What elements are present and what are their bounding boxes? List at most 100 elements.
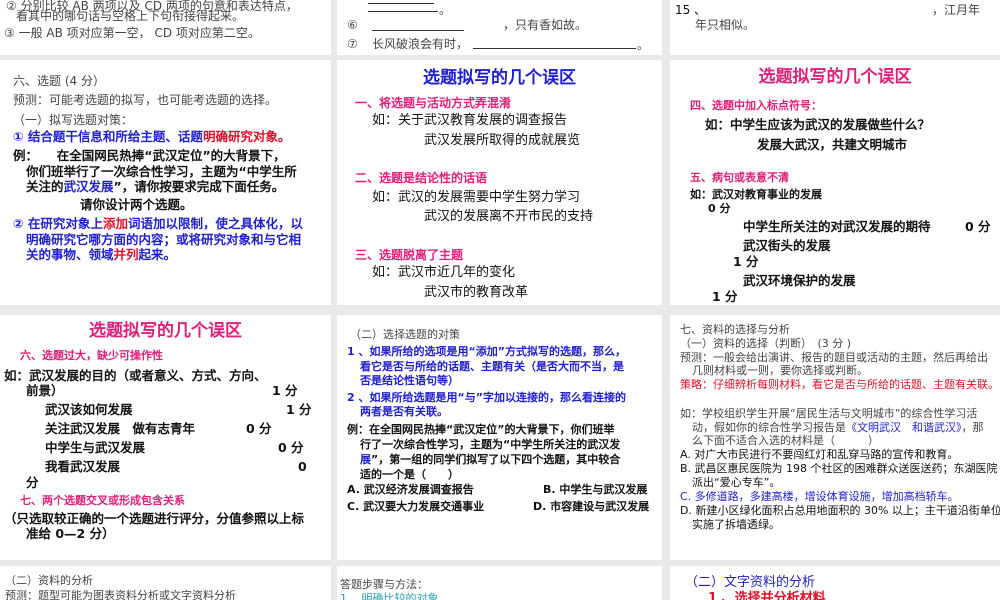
text-line: 明确研究它哪方面的内容；或将研究对象和与它相: [26, 232, 302, 247]
highlight-text: 武汉发展: [63, 179, 114, 194]
section-heading: 四、选题中加入标点符号：: [690, 99, 822, 112]
text-line: 武汉发展所取得的成就展览: [424, 133, 581, 148]
text-line: 2 、如果所给选题是用“与”字加以连接的，那么看连接的: [347, 391, 626, 404]
text-line: ③ 一般 AB 项对应第一空， CD 项对应第二空。: [4, 26, 260, 40]
highlight-text: 展: [360, 453, 371, 466]
text-line: 看其中的哪句话与空格上下句衔接得起来。: [16, 9, 245, 23]
text-line: 发展大武汉，共建文明城市: [757, 137, 908, 152]
section-heading: 二、选题是结论性的话语: [355, 171, 488, 185]
text-span: 起来。: [138, 247, 177, 262]
text-line: 预测：题型可能为图表资料分析或文字资料分析: [5, 589, 236, 600]
section-heading: 答题步骤与方法：: [340, 578, 428, 591]
text-line: 你们班举行了一次综合性学习，主题为“中学生所: [26, 164, 297, 179]
score-label: 1 分: [733, 254, 759, 269]
slide-thumbnail-5[interactable]: 选题拟写的几个误区 一、将选题与活动方式弄混淆 如：关于武汉教育发展的调查报告 …: [337, 60, 662, 305]
option-b: B. 中学生与武汉发展: [543, 483, 648, 496]
option-c: C. 多修道路，多建高楼，增设体育设施，增加高档轿车。: [680, 490, 959, 503]
blank-line: [368, 3, 434, 4]
text-line: ，江月年: [932, 3, 981, 17]
highlight-text: 并列: [113, 247, 139, 262]
option-b: B. 武昌区惠民医院为 198 个社区的困难群众送医送药；东湖医院: [680, 462, 998, 475]
score-label: 1 分: [712, 289, 738, 304]
text-span: 词语加以限制，使之具体化，以: [127, 216, 303, 231]
option-d: D. 新建小区绿化面积占总用地面积的 30% 以上；主干道沿街单位: [680, 504, 1000, 517]
text-line: 关的事物、领域并列起来。: [26, 248, 176, 262]
slide-thumbnail-11[interactable]: 答题步骤与方法： 1 、明确比较的对象: [337, 566, 662, 600]
text-span: 关注的: [26, 179, 64, 194]
slide-thumbnail-2[interactable]: 。 ⑥ ，只有香如故。 ⑦ 长风破浪会有时， 。: [337, 0, 662, 55]
section-heading: （二）资料的分析: [5, 574, 93, 587]
text-line: 我看武汉发展: [45, 459, 121, 474]
text-line: 请你设计两个选题。: [80, 197, 193, 212]
section-heading: 六、选题 (4 分）: [13, 74, 105, 88]
section-heading: （二）文字资料的分析: [685, 575, 816, 590]
text-line: 如：中学生应该为武汉的发展做些什么？: [705, 117, 931, 132]
text-line: 中学生所关注的对武汉发展的期待: [743, 219, 931, 234]
text-line: 1 、如果所给的选项是用“添加”方式拟写的选题，那么，: [347, 345, 626, 358]
text-line: 前景）: [26, 383, 64, 398]
text-line: 适的一个是（ ）: [360, 468, 459, 481]
text-line: ，只有香如故。: [503, 18, 588, 32]
text-line: 如：武汉发展的目的（或者意义、方式、方向、: [4, 368, 267, 383]
slide-thumbnail-4[interactable]: 六、选题 (4 分） 预测：可能考选题的拟写，也可能考选题的选择。 （一）拟写选…: [0, 60, 331, 305]
text-line: 准给 0—2 分）: [26, 526, 115, 541]
highlight-text: 明确研究对象。: [202, 129, 291, 144]
blank-line: [368, 11, 438, 12]
text-line: 中学生与武汉发展: [45, 440, 146, 455]
score-label: 1 分: [286, 402, 312, 417]
text-line: 如：武汉的发展需要中学生努力学习: [372, 190, 581, 205]
text-line: 两者是否有关联。: [360, 405, 448, 418]
score-label: 0 分: [965, 219, 991, 234]
section-heading: （二）选择选题的对策: [350, 328, 460, 341]
score-label: 0 分: [246, 421, 272, 436]
option-a: A. 对广大市民进行不要闯红灯和乱穿马路的宣传和教育。: [680, 448, 959, 461]
text-line: ① 结合题干信息和所给主题、话题明确研究对象。: [13, 130, 290, 144]
slide-thumbnail-8[interactable]: （二）选择选题的对策 1 、如果所给的选项是用“添加”方式拟写的选题，那么， 看…: [337, 315, 662, 560]
text-line: 武汉市的教育改革: [424, 285, 529, 300]
text-line: 关注的武汉发展”，请你按要求完成下面任务。: [26, 180, 284, 194]
text-line: （一）拟写选题对策：: [13, 113, 134, 127]
blank-line: [473, 48, 636, 49]
text-span: 关的事物、领域: [26, 247, 114, 262]
text-line: 1 、明确比较的对象: [340, 592, 439, 600]
option-d: D. 市容建设与武汉发展: [533, 500, 650, 513]
text-line: 武汉的发展离不开市民的支持: [424, 209, 594, 224]
text-line: 如：武汉市近几年的变化: [372, 265, 516, 280]
slide-thumbnail-10[interactable]: （二）资料的分析 预测：题型可能为图表资料分析或文字资料分析: [0, 566, 331, 600]
text-line: 武汉街头的发展: [743, 238, 831, 253]
slide-thumbnail-1[interactable]: ② 分别比较 AB 两项以及 CD 两项的句意和表达特点， 看其中的哪句话与空格…: [0, 0, 331, 55]
score-label: 0: [298, 459, 307, 474]
slide-thumbnail-6[interactable]: 选题拟写的几个误区 四、选题中加入标点符号： 如：中学生应该为武汉的发展做些什么…: [670, 60, 1000, 305]
score-label: 1 分: [272, 383, 298, 398]
slide-thumbnail-9[interactable]: 七、资料的选择与分析 （一）资料的选择（判断） (3 分 ) 预测：一般会给出演…: [670, 315, 1000, 560]
section-heading: 三、选题脱离了主题: [355, 248, 464, 262]
text-line: ⑦: [347, 37, 358, 51]
slide-thumbnail-12[interactable]: （二）文字资料的分析 1 、选择并分析材料: [670, 566, 1000, 600]
text-line: 关注武汉发展 做有志青年: [45, 421, 196, 436]
text-line: 长风破浪会有时，: [372, 37, 469, 51]
score-label: 0 分: [708, 202, 731, 215]
strategy-text: 策略：仔细辨析每则材料，看它是否与所给的话题、主题有关联。: [680, 378, 999, 391]
score-label: 分: [26, 475, 39, 490]
text-line: 几则材料或一则，要你选择或判断。: [692, 364, 868, 377]
text-line: 展”，第一组的同学们拟写了以下四个选题，其中较合: [360, 453, 620, 466]
section-heading: 一、将选题与活动方式弄混淆: [355, 96, 512, 110]
slide-thumbnail-7[interactable]: 选题拟写的几个误区 六、选题过大，缺少可操作性 如：武汉发展的目的（或者意义、方…: [0, 315, 331, 560]
section-heading: 五、病句或表意不清: [690, 171, 789, 184]
text-line: 实施了拆墙透绿。: [692, 518, 780, 531]
text-span: 动，假如你的综合性学习报告是: [692, 421, 846, 434]
slide-thumbnail-3[interactable]: 15 、 ，江月年 年只相似。: [670, 0, 1000, 55]
text-line: 派出“爱心专车”。: [692, 476, 781, 489]
option-a: A. 武汉经济发展调查报告: [347, 483, 474, 496]
text-span: ① 结合题干信息和所给主题、话题: [13, 129, 203, 144]
option-c: C. 武汉要大力发展交通事业: [347, 500, 485, 513]
slide-title: 选题拟写的几个误区: [423, 68, 576, 88]
slide-title: 选题拟写的几个误区: [758, 67, 912, 87]
text-line: 15 、: [675, 3, 707, 17]
text-line: 动，假如你的综合性学习报告是《文明武汉 和谐武汉》，那: [692, 421, 984, 434]
text-line: 看它是否与所给的话题、主题有关（是否大而不当，是: [360, 360, 624, 373]
text-line: 行了一次综合性学习，主题为“中学生所关注的武汉发: [360, 438, 621, 451]
text-line: 么下面不适合入选的材料是（ ）: [692, 434, 879, 447]
text-span: ”，第一组的同学们拟写了以下四个选题，其中较合: [371, 453, 621, 466]
text-line: 否是结论性语句等）: [360, 374, 459, 387]
